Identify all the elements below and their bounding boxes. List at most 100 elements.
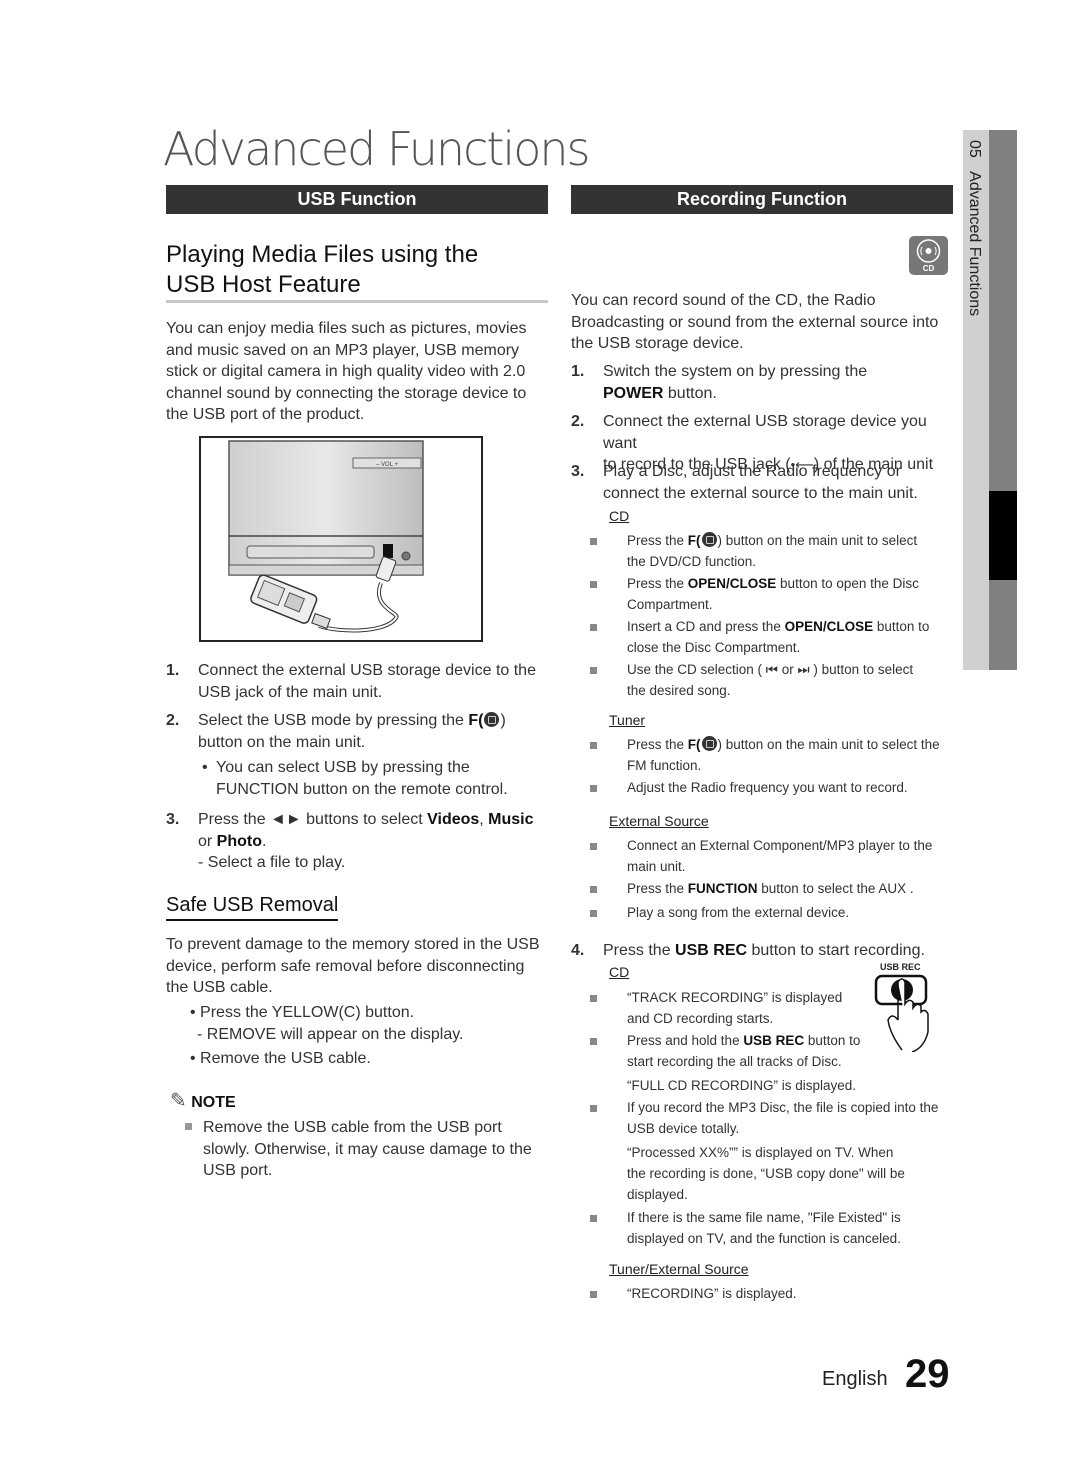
cd-step4-item: If you record the MP3 Disc, the file is …: [590, 1097, 960, 1207]
item-text: “TRACK RECORDING” is displayed: [627, 990, 843, 1005]
usb-heading-line2: USB Host Feature: [166, 271, 361, 298]
safe-removal-heading: Safe USB Removal: [166, 894, 339, 921]
main-unit-illustration: – VOL +: [228, 440, 424, 633]
item-text: Press and hold the: [627, 1033, 744, 1048]
item-text: Press the: [627, 576, 688, 591]
function-button-icon: [484, 712, 500, 727]
square-bullet-icon: [590, 843, 597, 850]
step-text: Select the USB mode by pressing the: [198, 712, 469, 729]
item-text: Press the: [627, 881, 688, 896]
usb-rec-button-label: USB REC: [675, 942, 748, 959]
step-number: 2.: [166, 712, 180, 729]
chapter-active-marker: [989, 491, 1017, 580]
step-text: USB jack of the main unit.: [198, 683, 383, 701]
function-button-icon: [701, 736, 717, 751]
usb-heading: Playing Media Files using the USB Host F…: [166, 240, 478, 300]
usb-intro-line: stick or digital camera in high quality …: [166, 363, 526, 380]
chapter-tab-strip: [989, 130, 1017, 670]
tuner-external-item: “RECORDING” is displayed.: [590, 1283, 960, 1305]
tuner-list: Press the F() button on the main unit to…: [590, 734, 960, 799]
cd-list-item: Use the CD selection ( ⏮ or ⏭ ) button t…: [590, 659, 960, 702]
square-bullet-icon: [590, 1105, 597, 1112]
open-close-button-label: OPEN/CLOSE: [687, 576, 777, 591]
step-number: 3.: [571, 463, 585, 480]
heading-rule: [166, 300, 548, 303]
usb-step-3: 3. Press the ◄► buttons to select Videos…: [166, 809, 556, 871]
square-bullet-icon: [590, 886, 597, 893]
disc-slot: [246, 545, 375, 559]
usb-intro: You can enjoy media files such as pictur…: [166, 318, 551, 426]
square-bullet-icon: [590, 1038, 597, 1045]
step-number: 1.: [166, 662, 180, 679]
step-text: Connect the external USB storage device …: [603, 413, 927, 452]
external-source-list: Connect an External Component/MP3 player…: [590, 835, 960, 924]
chapter-number: 05: [966, 140, 983, 158]
square-bullet-icon: [590, 910, 597, 917]
item-text: Play a song from the external device.: [627, 905, 850, 920]
cd-step4-item: “TRACK RECORDING” is displayed and CD re…: [590, 987, 960, 1030]
tuner-list-item: Press the F() button on the main unit to…: [590, 734, 960, 777]
bullet-text: Remove the USB cable.: [200, 1050, 371, 1067]
step-text: button.: [663, 384, 717, 402]
item-text: Compartment.: [627, 597, 713, 612]
bullet-dot: •: [190, 1050, 201, 1067]
cd-subheading: CD: [609, 508, 630, 524]
recording-step-2: 2. Connect the external USB storage devi…: [571, 411, 961, 473]
usb-intro-line: the USB port of the product.: [166, 406, 365, 423]
option-videos: Videos: [427, 811, 480, 828]
usb-intro-line: You can enjoy media files such as pictur…: [166, 320, 527, 337]
f-button-label: F(: [687, 737, 701, 752]
usb-heading-line1: Playing Media Files using the: [166, 241, 479, 268]
note-label: ✎ NOTE: [170, 1088, 236, 1113]
item-text: If you record the MP3 Disc, the file is …: [627, 1100, 939, 1115]
item-text: and CD recording starts.: [627, 1011, 774, 1026]
step-subtext: - Select a file to play.: [198, 854, 346, 871]
bullet-text: You can select USB by pressing the: [216, 759, 470, 776]
step-number: 2.: [571, 413, 585, 430]
option-music: Music: [488, 811, 534, 828]
step-text: Switch the system on by pressing the: [603, 363, 868, 380]
function-button-label: FUNCTION: [687, 881, 758, 896]
usb-connection-figure: – VOL +: [199, 436, 483, 642]
tuner-list-item: Adjust the Radio frequency you want to r…: [590, 777, 960, 799]
step-text: ): [500, 712, 506, 729]
recording-function-section-bar: Recording Function: [571, 185, 953, 214]
safe-removal-subtext: - REMOVE will appear on the display.: [197, 1026, 464, 1043]
chapter-label: 05 Advanced Functions: [965, 140, 983, 316]
function-button-icon: [701, 532, 717, 547]
item-text: main unit.: [627, 859, 686, 874]
square-bullet-icon: [590, 785, 597, 792]
usb-function-section-bar: USB Function: [166, 185, 548, 214]
square-bullet-icon: [590, 538, 597, 545]
cd-list-item: Press the F() button on the main unit to…: [590, 530, 960, 573]
item-text: button to: [804, 1033, 861, 1048]
square-bullet-icon: [590, 995, 597, 1002]
bullet-dot: •: [190, 1004, 201, 1021]
item-text: If there is the same file name, "File Ex…: [627, 1210, 901, 1225]
chapter-title: Advanced Functions: [966, 171, 983, 317]
footer-language: English: [822, 1368, 888, 1390]
step-text: button on the main unit.: [198, 733, 366, 751]
safe-removal-bullet-1: • Press the YELLOW(C) button.: [190, 1002, 414, 1024]
item-text: button to open the Disc: [776, 576, 919, 591]
safe-removal-text: To prevent damage to the memory stored i…: [166, 934, 556, 999]
item-text: Insert a CD and press the: [627, 619, 785, 634]
step-text: connect the external source to the main …: [603, 484, 918, 502]
text-line: the USB storage device.: [571, 335, 744, 352]
recording-intro: You can record sound of the CD, the Radi…: [571, 290, 961, 355]
text-line: To prevent damage to the memory stored i…: [166, 936, 540, 953]
bullet-text: Press the YELLOW(C) button.: [200, 1004, 415, 1021]
page-number: 29: [905, 1352, 950, 1396]
page-title: Advanced Functions: [163, 122, 590, 176]
step-text: Press the ◄► buttons to select: [198, 811, 428, 828]
step-text: Play a Disc, adjust the Radio frequency …: [603, 463, 901, 480]
square-bullet-icon: [590, 667, 597, 674]
mp3-player: [250, 574, 318, 624]
usb-rec-label: USB REC: [880, 962, 921, 972]
square-bullet-icon: [590, 742, 597, 749]
step-number: 1.: [571, 363, 585, 380]
square-bullet-icon: [590, 1215, 597, 1222]
item-text: “FULL CD RECORDING” is displayed.: [627, 1078, 857, 1093]
cd-step4-item: If there is the same file name, "File Ex…: [590, 1207, 960, 1250]
text-line: device, perform safe removal before disc…: [166, 957, 525, 975]
